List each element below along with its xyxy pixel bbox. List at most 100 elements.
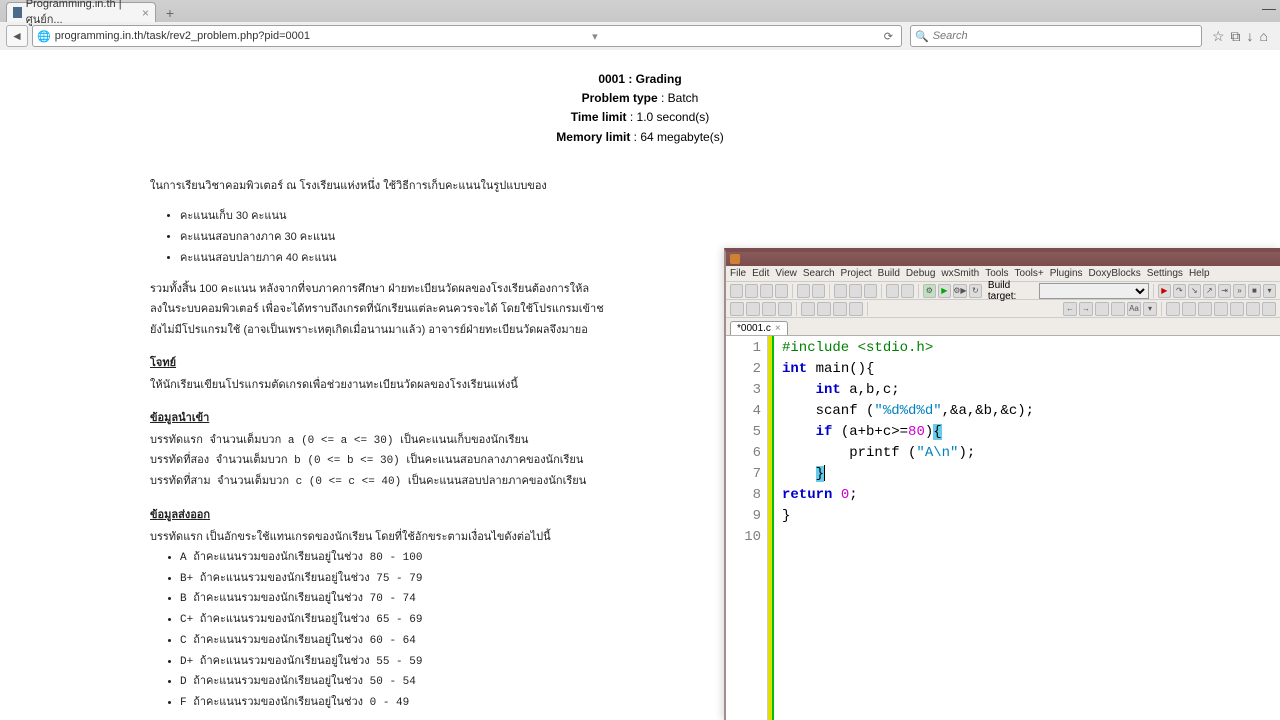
build-run-icon[interactable]: ⚙▶	[953, 284, 967, 298]
cursor-icon[interactable]	[1166, 302, 1180, 316]
site-favicon-icon	[13, 7, 22, 18]
more-icon[interactable]: ▾	[1143, 302, 1157, 316]
debug-run-icon[interactable]: ▶	[1158, 284, 1171, 298]
menu-debug[interactable]: Debug	[906, 268, 935, 279]
browser-toolbar-icons: ☆ ⧉ ↓ ⌂	[1206, 28, 1274, 45]
reload-icon[interactable]: ⟳	[880, 30, 897, 43]
step-into-icon[interactable]: ↘	[1188, 284, 1201, 298]
separator-icon	[1161, 302, 1162, 316]
fwd-nav-icon[interactable]: →	[1079, 302, 1093, 316]
save-all-icon[interactable]	[775, 284, 788, 298]
copy-icon[interactable]	[849, 284, 862, 298]
cut-icon[interactable]	[834, 284, 847, 298]
build-icon[interactable]: ⚙	[923, 284, 936, 298]
text-icon[interactable]: Aa	[1127, 302, 1141, 316]
rebuild-icon[interactable]: ↻	[969, 284, 982, 298]
menu-toolsplus[interactable]: Tools+	[1015, 268, 1044, 279]
step-out-icon[interactable]: ↗	[1203, 284, 1216, 298]
tab-close-icon[interactable]: ×	[142, 6, 149, 20]
ide-titlebar[interactable]	[726, 252, 1280, 266]
menu-doxyblocks[interactable]: DoxyBlocks	[1089, 268, 1141, 279]
select-icon[interactable]	[817, 302, 831, 316]
menu-view[interactable]: View	[775, 268, 797, 279]
search-input[interactable]	[933, 30, 1197, 42]
ide-editor-tab[interactable]: *0001.c ×	[730, 321, 788, 335]
undo-icon[interactable]	[797, 284, 810, 298]
bookmark-star-icon[interactable]: ☆	[1212, 28, 1225, 45]
menu-help[interactable]: Help	[1189, 268, 1210, 279]
tab-title: Programming.in.th | ศูนย์ก...	[26, 0, 134, 28]
misc-icon[interactable]	[849, 302, 863, 316]
separator-icon	[796, 302, 797, 316]
menu-plugins[interactable]: Plugins	[1050, 268, 1083, 279]
ide-toolbar-1: ⚙ ▶ ⚙▶ ↻ Build target: ▶ ↷ ↘ ↗ ⇥ » ■ ▾	[726, 282, 1280, 300]
browser-tab-bar: Programming.in.th | ศูนย์ก... × + —	[0, 0, 1280, 22]
find-icon[interactable]	[886, 284, 899, 298]
dropdown-icon[interactable]: ▾	[592, 30, 598, 43]
problem-type-value: : Batch	[661, 91, 698, 105]
menu-search[interactable]: Search	[803, 268, 835, 279]
highlight-icon[interactable]	[801, 302, 815, 316]
menu-build[interactable]: Build	[878, 268, 900, 279]
url-bar[interactable]: 🌐 programming.in.th/task/rev2_problem.ph…	[32, 25, 902, 47]
browser-chrome: Programming.in.th | ศูนย์ก... × + — ◄ 🌐 …	[0, 0, 1280, 51]
url-text: programming.in.th/task/rev2_problem.php?…	[55, 30, 310, 42]
redo-icon[interactable]	[812, 284, 825, 298]
menu-wxsmith[interactable]: wxSmith	[941, 268, 979, 279]
intro-para: ในการเรียนวิชาคอมพิวเตอร์ ณ โรงเรียนแห่ง…	[150, 177, 1130, 196]
paste-icon[interactable]	[864, 284, 877, 298]
close-icon[interactable]: ×	[775, 323, 781, 334]
menu-file[interactable]: File	[730, 268, 746, 279]
layout3-icon[interactable]	[1214, 302, 1228, 316]
next-line-icon[interactable]: ⇥	[1218, 284, 1231, 298]
globe-icon: 🌐	[37, 30, 51, 43]
toggle-breakpoint-icon[interactable]	[730, 302, 744, 316]
bookmark-prev-icon[interactable]	[746, 302, 760, 316]
replace-icon[interactable]	[901, 284, 914, 298]
line-number: 10	[726, 527, 761, 548]
menu-tools[interactable]: Tools	[985, 268, 1008, 279]
bookmark-toggle-icon[interactable]	[778, 302, 792, 316]
layout4-icon[interactable]	[1230, 302, 1244, 316]
browser-tab-active[interactable]: Programming.in.th | ศูนย์ก... ×	[6, 2, 156, 22]
new-file-icon[interactable]	[730, 284, 743, 298]
new-tab-button[interactable]: +	[160, 4, 180, 22]
run-icon[interactable]: ▶	[938, 284, 951, 298]
memory-limit-label: Memory limit	[556, 130, 630, 144]
home-icon[interactable]: ⌂	[1260, 28, 1268, 45]
save-icon[interactable]	[760, 284, 773, 298]
last-jump-icon[interactable]	[1095, 302, 1109, 316]
step-over-icon[interactable]: ↷	[1173, 284, 1186, 298]
stop-debug-icon[interactable]: ■	[1248, 284, 1261, 298]
back-button[interactable]: ◄	[6, 25, 28, 47]
list-item: คะแนนสอบกลางภาค 30 คะแนน	[180, 228, 1130, 247]
doxy-block-icon[interactable]	[833, 302, 847, 316]
build-target-dropdown[interactable]	[1039, 283, 1149, 299]
bookmark-next-icon[interactable]	[762, 302, 776, 316]
back-nav-icon[interactable]: ←	[1063, 302, 1077, 316]
minimize-icon[interactable]: —	[1262, 0, 1276, 16]
problem-header: 0001 : Grading Problem type : Batch Time…	[150, 70, 1130, 147]
pocket-icon[interactable]: ⧉	[1231, 28, 1241, 45]
layout-icon[interactable]	[1182, 302, 1196, 316]
debug-windows-icon[interactable]: ▾	[1263, 284, 1276, 298]
menu-edit[interactable]: Edit	[752, 268, 769, 279]
separator-icon	[792, 284, 793, 298]
info-icon[interactable]	[1111, 302, 1125, 316]
menu-settings[interactable]: Settings	[1147, 268, 1183, 279]
layout2-icon[interactable]	[1198, 302, 1212, 316]
downloads-icon[interactable]: ↓	[1247, 28, 1254, 45]
continue-icon[interactable]: »	[1233, 284, 1246, 298]
line-number: 4	[726, 401, 761, 422]
layout5-icon[interactable]	[1246, 302, 1260, 316]
code-area[interactable]: #include <stdio.h>int main(){ int a,b,c;…	[774, 336, 1280, 720]
search-icon: 🔍	[915, 30, 929, 43]
separator-icon	[881, 284, 882, 298]
separator-icon	[918, 284, 919, 298]
search-bar[interactable]: 🔍	[910, 25, 1202, 47]
separator-icon	[1153, 284, 1154, 298]
menu-project[interactable]: Project	[841, 268, 872, 279]
open-file-icon[interactable]	[745, 284, 758, 298]
layout6-icon[interactable]	[1262, 302, 1276, 316]
ide-editor[interactable]: 1 2 3 4 5 6 7 8 9 10 #include <stdio.h>i…	[726, 336, 1280, 720]
